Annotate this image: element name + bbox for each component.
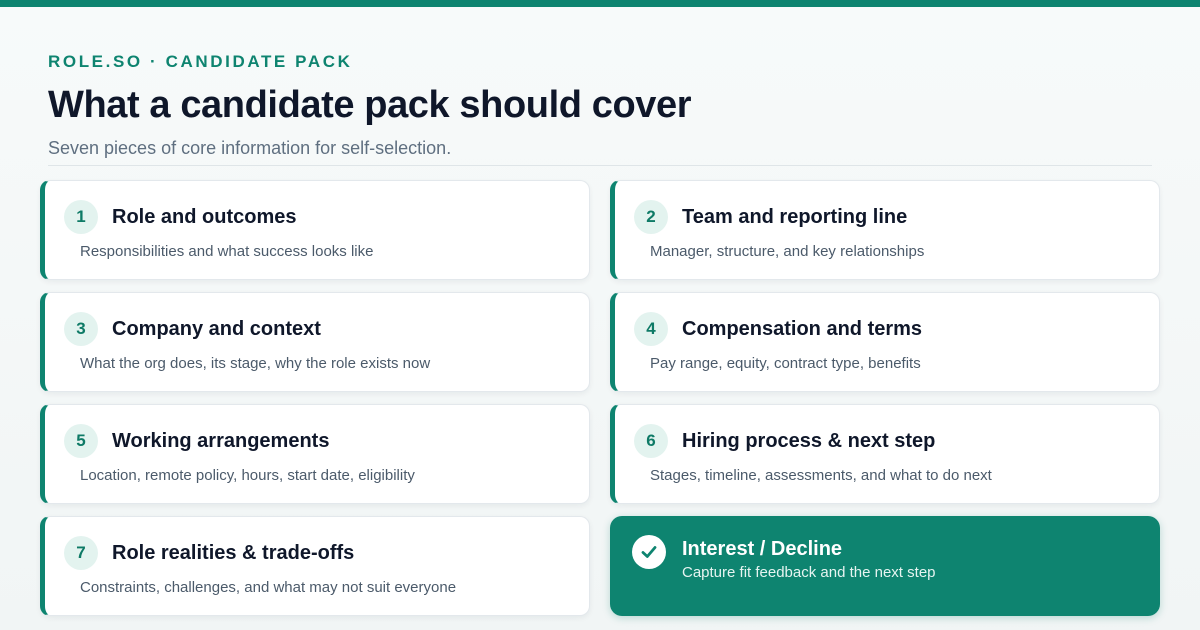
items-grid: 1 Role and outcomes Responsibilities and… — [40, 180, 1160, 616]
item-description: Location, remote policy, hours, start da… — [80, 467, 415, 484]
item-number-badge: 7 — [64, 536, 98, 570]
item-number-badge: 4 — [634, 312, 668, 346]
item-number-badge: 5 — [64, 424, 98, 458]
cta-description: Capture fit feedback and the next step — [682, 564, 936, 581]
item-description: Constraints, challenges, and what may no… — [80, 579, 457, 596]
item-description: Stages, timeline, assessments, and what … — [650, 467, 992, 484]
page-subtitle: Seven pieces of core information for sel… — [48, 138, 452, 158]
item-number-badge: 3 — [64, 312, 98, 346]
item-description: Manager, structure, and key relationship… — [650, 243, 925, 260]
item-number-badge: 6 — [634, 424, 668, 458]
check-icon — [632, 535, 666, 569]
top-accent-bar — [0, 0, 1200, 7]
header-divider — [48, 165, 1152, 166]
item-card-role-outcomes: 1 Role and outcomes Responsibilities and… — [40, 180, 590, 280]
interest-decline-card: Interest / Decline Capture fit feedback … — [610, 516, 1160, 616]
item-card-hiring-process: 6 Hiring process & next step Stages, tim… — [610, 404, 1160, 504]
item-title: Compensation and terms — [682, 318, 923, 340]
item-description: Pay range, equity, contract type, benefi… — [650, 355, 921, 372]
eyebrow-label: ROLE.SO · CANDIDATE PACK — [48, 52, 353, 71]
item-title: Working arrangements — [112, 430, 330, 452]
item-description: Responsibilities and what success looks … — [80, 243, 374, 260]
header: ROLE.SO · CANDIDATE PACK What a candidat… — [48, 52, 1152, 159]
item-card-company-context: 3 Company and context What the org does,… — [40, 292, 590, 392]
item-card-team-reporting: 2 Team and reporting line Manager, struc… — [610, 180, 1160, 280]
item-number-badge: 1 — [64, 200, 98, 234]
item-title: Company and context — [112, 318, 321, 340]
item-description: What the org does, its stage, why the ro… — [80, 355, 431, 372]
item-title: Hiring process & next step — [682, 430, 936, 452]
item-title: Role realities & trade-offs — [112, 542, 355, 564]
cta-title: Interest / Decline — [682, 538, 843, 560]
item-card-working-arrangements: 5 Working arrangements Location, remote … — [40, 404, 590, 504]
item-card-role-realities: 7 Role realities & trade-offs Constraint… — [40, 516, 590, 616]
page-title: What a candidate pack should cover — [48, 84, 692, 126]
item-number-badge: 2 — [634, 200, 668, 234]
item-card-compensation-terms: 4 Compensation and terms Pay range, equi… — [610, 292, 1160, 392]
item-title: Team and reporting line — [682, 206, 908, 228]
item-title: Role and outcomes — [112, 206, 297, 228]
